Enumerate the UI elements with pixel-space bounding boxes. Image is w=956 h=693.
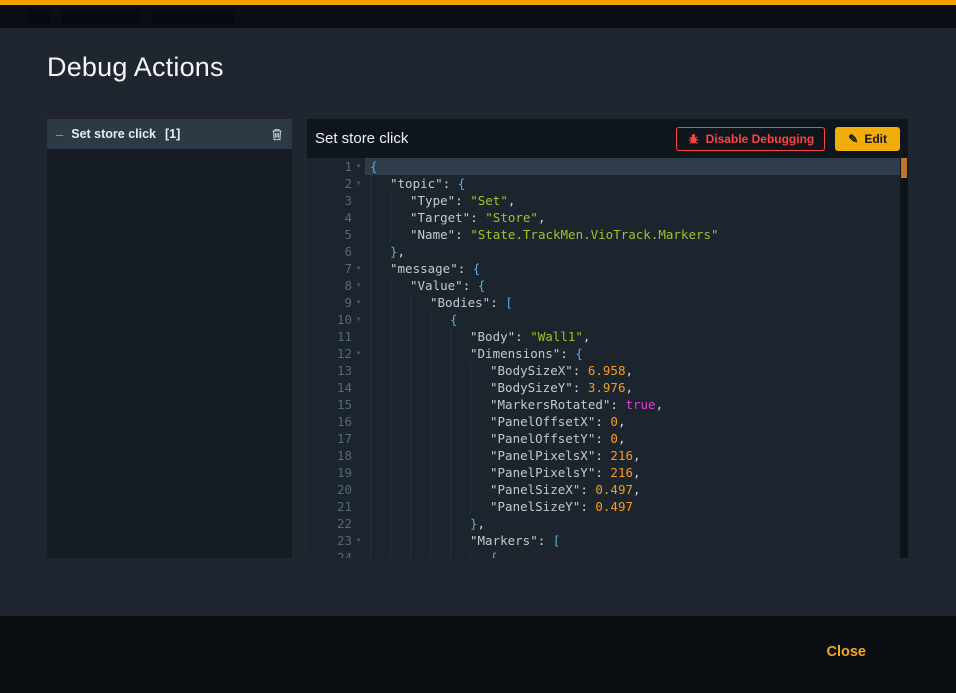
code-line[interactable]: 8▾"Value": { bbox=[307, 277, 900, 294]
disable-debugging-label: Disable Debugging bbox=[706, 132, 815, 146]
collapse-handle-icon: – bbox=[56, 127, 63, 142]
code-line[interactable]: 23▾"Markers": [ bbox=[307, 532, 900, 549]
fold-arrow-placeholder bbox=[352, 447, 365, 464]
fold-arrow-placeholder bbox=[352, 209, 365, 226]
fold-arrow-icon[interactable]: ▾ bbox=[352, 277, 365, 294]
line-number[interactable]: 20 bbox=[307, 481, 365, 498]
editor-scrollbar[interactable] bbox=[900, 158, 908, 558]
line-number[interactable]: 10▾ bbox=[307, 311, 365, 328]
line-number[interactable]: 16 bbox=[307, 413, 365, 430]
code-line[interactable]: 14"BodySizeY": 3.976, bbox=[307, 379, 900, 396]
trash-icon bbox=[271, 128, 283, 141]
code-line[interactable]: 11"Body": "Wall1", bbox=[307, 328, 900, 345]
json-editor[interactable]: 1▾{2▾"topic": {3"Type": "Set",4"Target":… bbox=[307, 158, 908, 558]
code-line[interactable]: 1▾{ bbox=[307, 158, 900, 175]
code-line[interactable]: 5"Name": "State.TrackMen.VioTrack.Marker… bbox=[307, 226, 900, 243]
fold-arrow-placeholder bbox=[352, 328, 365, 345]
line-number[interactable]: 9▾ bbox=[307, 294, 365, 311]
disable-debugging-button[interactable]: Disable Debugging bbox=[676, 127, 826, 151]
code-line[interactable]: 12▾"Dimensions": { bbox=[307, 345, 900, 362]
code-line[interactable]: 22}, bbox=[307, 515, 900, 532]
line-number[interactable]: 24 bbox=[307, 549, 365, 558]
line-number[interactable]: 3 bbox=[307, 192, 365, 209]
page-title: Debug Actions bbox=[47, 52, 224, 83]
fold-arrow-placeholder bbox=[352, 464, 365, 481]
line-number[interactable]: 15 bbox=[307, 396, 365, 413]
code-line[interactable]: 3"Type": "Set", bbox=[307, 192, 900, 209]
fold-arrow-icon[interactable]: ▾ bbox=[352, 532, 365, 549]
action-list-panel: – Set store click [1] bbox=[47, 119, 292, 558]
code-line[interactable]: 9▾"Bodies": [ bbox=[307, 294, 900, 311]
fold-arrow-placeholder bbox=[352, 430, 365, 447]
fold-arrow-placeholder bbox=[352, 362, 365, 379]
top-window-bar bbox=[0, 0, 956, 28]
edit-label: Edit bbox=[864, 132, 887, 146]
line-number[interactable]: 6 bbox=[307, 243, 365, 260]
background-artifact bbox=[62, 11, 140, 24]
background-artifact bbox=[28, 11, 50, 24]
line-number[interactable]: 18 bbox=[307, 447, 365, 464]
edit-button[interactable]: ✎ Edit bbox=[835, 127, 900, 151]
action-list-item[interactable]: – Set store click [1] bbox=[47, 119, 292, 149]
code-line[interactable]: 17"PanelOffsetY": 0, bbox=[307, 430, 900, 447]
fold-arrow-icon[interactable]: ▾ bbox=[352, 260, 365, 277]
code-line[interactable]: 24{ bbox=[307, 549, 900, 558]
fold-arrow-icon[interactable]: ▾ bbox=[352, 311, 365, 328]
line-number[interactable]: 1▾ bbox=[307, 158, 365, 175]
line-number[interactable]: 7▾ bbox=[307, 260, 365, 277]
line-number[interactable]: 11 bbox=[307, 328, 365, 345]
fold-arrow-placeholder bbox=[352, 379, 365, 396]
action-item-label: Set store click bbox=[71, 127, 156, 141]
fold-arrow-placeholder bbox=[352, 243, 365, 260]
line-number[interactable]: 5 bbox=[307, 226, 365, 243]
line-number[interactable]: 14 bbox=[307, 379, 365, 396]
fold-arrow-placeholder bbox=[352, 413, 365, 430]
code-line[interactable]: 2▾"topic": { bbox=[307, 175, 900, 192]
code-line[interactable]: 13"BodySizeX": 6.958, bbox=[307, 362, 900, 379]
line-number[interactable]: 21 bbox=[307, 498, 365, 515]
fold-arrow-placeholder bbox=[352, 515, 365, 532]
line-number[interactable]: 4 bbox=[307, 209, 365, 226]
fold-arrow-placeholder bbox=[352, 192, 365, 209]
fold-arrow-icon[interactable]: ▾ bbox=[352, 175, 365, 192]
code-line[interactable]: 20"PanelSizeX": 0.497, bbox=[307, 481, 900, 498]
fold-arrow-placeholder bbox=[352, 498, 365, 515]
line-number[interactable]: 12▾ bbox=[307, 345, 365, 362]
fold-arrow-icon[interactable]: ▾ bbox=[352, 158, 365, 175]
fold-arrow-placeholder bbox=[352, 549, 365, 558]
code-line[interactable]: 7▾"message": { bbox=[307, 260, 900, 277]
pencil-icon: ✎ bbox=[848, 133, 858, 145]
code-line[interactable]: 6}, bbox=[307, 243, 900, 260]
fold-arrow-placeholder bbox=[352, 226, 365, 243]
fold-arrow-icon[interactable]: ▾ bbox=[352, 345, 365, 362]
line-number[interactable]: 19 bbox=[307, 464, 365, 481]
line-number[interactable]: 13 bbox=[307, 362, 365, 379]
action-detail-header: Set store click Disable Debugging ✎ Edit bbox=[307, 119, 908, 158]
fold-arrow-icon[interactable]: ▾ bbox=[352, 294, 365, 311]
close-button[interactable]: Close bbox=[821, 643, 873, 661]
line-number[interactable]: 17 bbox=[307, 430, 365, 447]
code-line[interactable]: 10▾{ bbox=[307, 311, 900, 328]
code-line[interactable]: 15"MarkersRotated": true, bbox=[307, 396, 900, 413]
action-title: Set store click bbox=[315, 130, 408, 147]
line-number[interactable]: 8▾ bbox=[307, 277, 365, 294]
line-number[interactable]: 2▾ bbox=[307, 175, 365, 192]
code-line[interactable]: 4"Target": "Store", bbox=[307, 209, 900, 226]
line-number[interactable]: 22 bbox=[307, 515, 365, 532]
json-editor-lines: 1▾{2▾"topic": {3"Type": "Set",4"Target":… bbox=[307, 158, 900, 558]
scrollbar-thumb[interactable] bbox=[901, 158, 907, 178]
background-artifact bbox=[152, 11, 234, 24]
code-line[interactable]: 21"PanelSizeY": 0.497 bbox=[307, 498, 900, 515]
line-number[interactable]: 23▾ bbox=[307, 532, 365, 549]
fold-arrow-placeholder bbox=[352, 396, 365, 413]
action-item-count: [1] bbox=[165, 127, 180, 141]
fold-arrow-placeholder bbox=[352, 481, 365, 498]
code-line[interactable]: 18"PanelPixelsX": 216, bbox=[307, 447, 900, 464]
delete-action-button[interactable] bbox=[271, 128, 283, 141]
dialog-footer: Close bbox=[0, 616, 956, 693]
code-line[interactable]: 16"PanelOffsetX": 0, bbox=[307, 413, 900, 430]
code-line[interactable]: 19"PanelPixelsY": 216, bbox=[307, 464, 900, 481]
bug-icon bbox=[687, 133, 700, 145]
action-detail-panel: Set store click Disable Debugging ✎ Edit… bbox=[307, 119, 908, 558]
